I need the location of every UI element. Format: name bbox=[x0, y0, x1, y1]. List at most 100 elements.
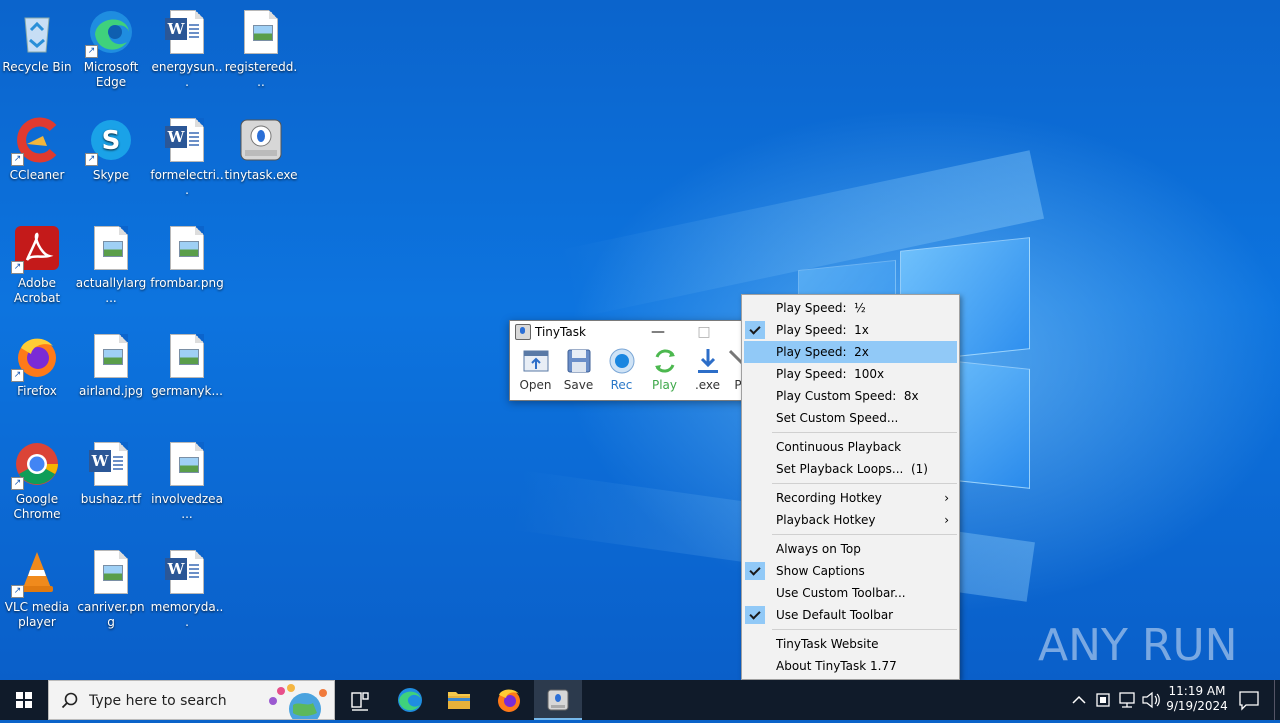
menu-item-play-speed-1x[interactable]: Play Speed: 1x bbox=[742, 319, 959, 341]
menu-item-label: Show Captions bbox=[776, 564, 865, 578]
taskbar-search-box[interactable] bbox=[48, 680, 335, 720]
desktop-icon-registeredd[interactable]: registeredd... bbox=[224, 2, 298, 102]
vlc-icon: ↗ bbox=[11, 548, 61, 598]
desktop-icon-label: Google Chrome bbox=[13, 492, 61, 521]
desktop-icon-ccleaner[interactable]: ↗ CCleaner bbox=[0, 110, 74, 210]
save-icon bbox=[565, 347, 593, 375]
menu-item-continuous-playback[interactable]: Continuous Playback bbox=[742, 436, 959, 458]
desktop-icon-label: memoryda... bbox=[150, 600, 224, 629]
menu-item-use-custom-toolbar[interactable]: Use Custom Toolbar... bbox=[742, 582, 959, 604]
shortcut-arrow-icon: ↗ bbox=[11, 369, 24, 382]
check-icon bbox=[745, 387, 765, 405]
desktop-icon-frombar[interactable]: frombar.png bbox=[150, 218, 224, 318]
menu-item-show-captions[interactable]: Show Captions bbox=[742, 560, 959, 582]
watermark-text: ANY RUN bbox=[1038, 620, 1238, 671]
desktop-icon-vlc[interactable]: ↗ VLC media player bbox=[0, 542, 74, 642]
desktop-icon-involvedzea[interactable]: involvedzea... bbox=[150, 434, 224, 534]
taskbar-firefox-button[interactable] bbox=[485, 680, 533, 720]
image-file-icon bbox=[87, 548, 135, 596]
word-doc-icon: W bbox=[87, 440, 135, 488]
desktop-icon-label: Adobe Acrobat bbox=[13, 276, 61, 305]
desktop-icon-label: bushaz.rtf bbox=[80, 492, 142, 506]
menu-item-recording-hotkey[interactable]: Recording Hotkey › bbox=[742, 487, 959, 509]
task-view-button[interactable] bbox=[336, 680, 384, 720]
minimize-button[interactable]: — bbox=[636, 321, 680, 343]
menu-item-set-playback-loops[interactable]: Set Playback Loops... (1) bbox=[742, 458, 959, 480]
desktop-icon-skype[interactable]: S ↗ Skype bbox=[74, 110, 148, 210]
open-icon bbox=[522, 347, 550, 375]
check-icon bbox=[745, 299, 765, 317]
menu-item-label: Play Custom Speed: 8x bbox=[776, 389, 919, 403]
compile-exe-button[interactable]: .exe bbox=[686, 343, 729, 395]
record-icon bbox=[608, 347, 636, 375]
show-hidden-icons-button[interactable] bbox=[1068, 680, 1090, 720]
save-button[interactable]: Save bbox=[557, 343, 600, 395]
menu-item-play-speed-half[interactable]: Play Speed: ½ bbox=[742, 297, 959, 319]
desktop-icon-actuallylarg[interactable]: actuallylarg... bbox=[74, 218, 148, 318]
menu-item-play-speed-2x[interactable]: Play Speed: 2x bbox=[744, 341, 957, 363]
menu-item-tinytask-website[interactable]: TinyTask Website bbox=[742, 633, 959, 655]
desktop[interactable]: Recycle Bin ↗ Microsoft Edge W energysun… bbox=[0, 0, 1280, 680]
menu-item-play-custom-speed[interactable]: Play Custom Speed: 8x bbox=[742, 385, 959, 407]
firefox-icon: ↗ bbox=[11, 332, 61, 382]
tray-network-icon[interactable] bbox=[1116, 680, 1138, 720]
search-input[interactable] bbox=[87, 690, 271, 712]
action-center-button[interactable] bbox=[1232, 680, 1266, 720]
show-desktop-button[interactable] bbox=[1274, 680, 1280, 720]
desktop-icon-germanyk[interactable]: germanyk... bbox=[150, 326, 224, 426]
menu-item-about-tinytask[interactable]: About TinyTask 1.77 bbox=[742, 655, 959, 677]
clock-date: 9/19/2024 bbox=[1166, 699, 1228, 713]
taskbar-tinytask-button[interactable] bbox=[534, 680, 582, 720]
menu-separator bbox=[772, 534, 957, 535]
desktop-icon-label: frombar.png bbox=[150, 276, 224, 290]
check-icon bbox=[745, 365, 765, 383]
recycle-bin-icon bbox=[13, 8, 61, 56]
desktop-icon-airland[interactable]: airland.jpg bbox=[74, 326, 148, 426]
desktop-icon-edge[interactable]: ↗ Microsoft Edge bbox=[74, 2, 148, 102]
menu-item-use-default-toolbar[interactable]: Use Default Toolbar bbox=[742, 604, 959, 626]
desktop-icon-bushaz[interactable]: W bushaz.rtf bbox=[74, 434, 148, 534]
menu-item-label: Play Speed: 100x bbox=[776, 367, 885, 381]
tinytask-titlebar[interactable]: TinyTask — □ bbox=[510, 321, 750, 343]
desktop-icon-formelectri[interactable]: W formelectri... bbox=[150, 110, 224, 210]
play-icon bbox=[651, 347, 679, 375]
desktop-icon-acrobat[interactable]: ↗ Adobe Acrobat bbox=[0, 218, 74, 318]
desktop-icon-tinytask-exe[interactable]: tinytask.exe bbox=[224, 110, 298, 210]
desktop-icon-label: germanyk... bbox=[151, 384, 223, 398]
menu-item-play-speed-100x[interactable]: Play Speed: 100x bbox=[742, 363, 959, 385]
desktop-icon-firefox[interactable]: ↗ Firefox bbox=[0, 326, 74, 426]
desktop-icon-canriver[interactable]: canriver.png bbox=[74, 542, 148, 642]
search-icon bbox=[61, 692, 78, 709]
menu-item-playback-hotkey[interactable]: Playback Hotkey › bbox=[742, 509, 959, 531]
skype-icon: S ↗ bbox=[85, 116, 135, 166]
menu-item-label: TinyTask Website bbox=[776, 637, 879, 651]
menu-separator bbox=[772, 483, 957, 484]
rec-button[interactable]: Rec bbox=[600, 343, 643, 395]
tinytask-window[interactable]: TinyTask — □ Open Save Rec Play .exe P bbox=[509, 320, 751, 401]
tinytask-icon bbox=[547, 689, 569, 711]
firefox-icon bbox=[498, 689, 520, 712]
menu-item-always-on-top[interactable]: Always on Top bbox=[742, 538, 959, 560]
start-button[interactable] bbox=[0, 680, 48, 720]
image-file-icon bbox=[163, 440, 211, 488]
menu-item-label: Playback Hotkey bbox=[776, 513, 876, 527]
taskbar-edge-button[interactable] bbox=[386, 680, 434, 720]
maximize-button[interactable]: □ bbox=[682, 321, 726, 343]
taskbar-clock[interactable]: 11:19 AM 9/19/2024 bbox=[1164, 680, 1230, 720]
desktop-icon-memoryda[interactable]: W memoryda... bbox=[150, 542, 224, 642]
open-button[interactable]: Open bbox=[514, 343, 557, 395]
desktop-icon-energysun[interactable]: W energysun... bbox=[150, 2, 224, 102]
image-file-icon bbox=[87, 224, 135, 272]
tool-label: Open bbox=[519, 378, 552, 392]
image-file-icon bbox=[163, 332, 211, 380]
desktop-icon-recycle-bin[interactable]: Recycle Bin bbox=[0, 2, 74, 102]
play-button[interactable]: Play bbox=[643, 343, 686, 395]
tray-device-icon[interactable] bbox=[1092, 680, 1114, 720]
notification-icon bbox=[1239, 691, 1259, 711]
check-icon bbox=[745, 584, 765, 602]
tray-volume-icon[interactable] bbox=[1140, 680, 1162, 720]
menu-item-set-custom-speed[interactable]: Set Custom Speed... bbox=[742, 407, 959, 429]
tinytask-context-menu: Play Speed: ½ Play Speed: 1x Play Speed:… bbox=[741, 294, 960, 680]
taskbar-file-explorer-button[interactable] bbox=[435, 680, 483, 720]
desktop-icon-chrome[interactable]: ↗ Google Chrome bbox=[0, 434, 74, 534]
